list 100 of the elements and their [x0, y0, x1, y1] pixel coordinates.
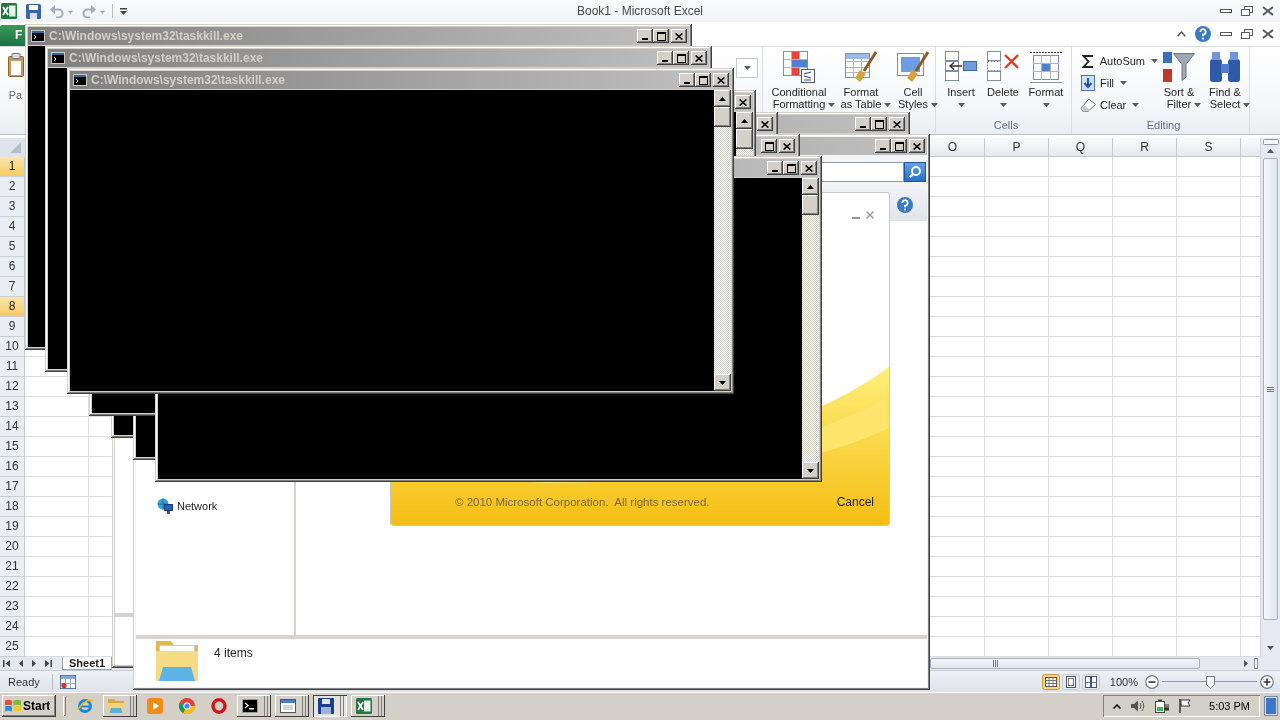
row-header[interactable]: 7 [0, 277, 25, 297]
paste-button[interactable]: Pa [6, 47, 25, 101]
right-triangle-bar-icon[interactable] [45, 660, 52, 667]
row-header[interactable]: 17 [0, 477, 25, 497]
row-header[interactable]: 15 [0, 437, 25, 457]
row-header[interactable]: 5 [0, 237, 25, 257]
minimize-button[interactable] [679, 73, 695, 87]
ribbon-button[interactable]: Clear [1078, 94, 1158, 116]
row-header[interactable]: 8 [0, 297, 25, 317]
slider-thumb[interactable] [1205, 675, 1215, 689]
column-header[interactable]: P [985, 138, 1049, 157]
row-header[interactable]: 11 [0, 357, 25, 377]
row-header[interactable]: 16 [0, 457, 25, 477]
split-box-icon[interactable] [1262, 139, 1279, 145]
left-triangle-icon[interactable] [19, 660, 23, 667]
dropdown-button[interactable] [736, 58, 758, 78]
maximize-button[interactable] [871, 117, 887, 131]
scroll-up-button[interactable] [802, 178, 819, 195]
ribbon-button[interactable]: Format [1025, 47, 1067, 107]
minus-icon[interactable] [1145, 674, 1159, 689]
caret-up-icon[interactable] [1177, 31, 1186, 37]
maximize-button[interactable] [653, 29, 669, 43]
close-button[interactable] [691, 51, 707, 65]
taskbar-button[interactable] [103, 695, 137, 717]
column-header[interactable]: S [1177, 138, 1241, 157]
file-tab[interactable]: F [0, 25, 25, 46]
ribbon-button[interactable]: Cell Styles [890, 47, 936, 110]
left-bar-triangle-icon[interactable] [3, 660, 10, 667]
grid-view-icon[interactable] [1041, 673, 1060, 690]
caret-up-icon[interactable] [1113, 703, 1122, 709]
row-header[interactable]: 2 [0, 177, 25, 197]
cancel-button[interactable]: Cancel [836, 495, 874, 509]
spreadsheet-icon[interactable] [1, 3, 17, 19]
row-header[interactable]: 13 [0, 397, 25, 417]
scroll-up-button[interactable] [736, 112, 753, 129]
row-header[interactable]: 19 [0, 517, 25, 537]
maximize-button[interactable] [695, 73, 711, 87]
minimize-button[interactable] [637, 29, 653, 43]
close-button[interactable] [713, 73, 729, 87]
row-header[interactable]: 4 [0, 217, 25, 237]
scroll-thumb[interactable] [714, 107, 731, 127]
maximize-button[interactable] [761, 139, 777, 153]
ribbon-button[interactable]: Fill [1078, 72, 1158, 94]
scrollbar[interactable] [802, 178, 819, 479]
split-box-icon[interactable] [1254, 658, 1258, 669]
row-header[interactable]: 14 [0, 417, 25, 437]
minimize-button[interactable] [855, 117, 871, 131]
maximize-button[interactable] [673, 51, 689, 65]
row-header[interactable]: 21 [0, 557, 25, 577]
minimize-icon[interactable] [1220, 9, 1232, 13]
column-header[interactable]: O [930, 138, 985, 157]
taskbar-button[interactable] [237, 695, 271, 717]
caret-bar-icon[interactable] [120, 7, 127, 15]
minimize-button[interactable] [875, 139, 891, 153]
close-button[interactable] [909, 139, 925, 153]
close-button[interactable] [757, 117, 773, 131]
restore-icon[interactable] [1241, 6, 1253, 16]
ribbon-button[interactable]: Conditional Formatting [766, 47, 832, 110]
taskbar-button[interactable] [313, 695, 347, 717]
close-button[interactable] [735, 95, 751, 109]
row-header[interactable]: 10 [0, 337, 25, 357]
scroll-down-button[interactable] [802, 462, 819, 479]
scroll-thumb[interactable] [930, 658, 1200, 669]
battery-plug-icon[interactable] [1155, 699, 1170, 713]
minimize-icon[interactable] [1220, 32, 1232, 36]
minimize-button[interactable] [767, 161, 783, 175]
scroll-down-button[interactable] [714, 374, 731, 391]
close-icon[interactable] [1262, 29, 1274, 39]
plus-icon[interactable] [1260, 674, 1274, 689]
column-header[interactable]: Q [1049, 138, 1113, 157]
row-header[interactable]: 25 [0, 637, 25, 657]
start-button[interactable]: Start [2, 695, 56, 717]
maximize-button[interactable] [891, 139, 907, 153]
sheet-tab[interactable]: Sheet1 [62, 657, 113, 670]
restore-icon[interactable] [1241, 29, 1253, 39]
speaker-icon[interactable] [1131, 700, 1146, 712]
close-button[interactable] [801, 161, 817, 175]
row-header[interactable]: 18 [0, 497, 25, 517]
vertical-scrollbar[interactable] [1260, 138, 1280, 657]
row-header[interactable]: 20 [0, 537, 25, 557]
show-desktop-icon[interactable] [1264, 696, 1278, 716]
scroll-thumb[interactable] [802, 195, 819, 215]
split-page-icon[interactable] [1081, 673, 1100, 690]
row-header[interactable]: 24 [0, 617, 25, 637]
close-button[interactable] [779, 139, 795, 153]
column-header[interactable]: R [1113, 138, 1177, 157]
scroll-thumb[interactable] [1263, 158, 1278, 620]
ribbon-button[interactable]: AutoSum [1078, 50, 1158, 72]
row-header[interactable]: 3 [0, 197, 25, 217]
page-view-icon[interactable] [1061, 673, 1080, 690]
right-triangle-icon[interactable] [32, 660, 36, 667]
row-header[interactable]: 12 [0, 377, 25, 397]
taskbar-button[interactable] [351, 695, 385, 717]
row-header[interactable]: 6 [0, 257, 25, 277]
ribbon-button[interactable]: Format as Table [834, 47, 888, 110]
taskbar-button[interactable] [275, 695, 309, 717]
row-header[interactable]: 1 [0, 157, 25, 177]
flag-icon[interactable] [1179, 699, 1192, 713]
row-header[interactable]: 23 [0, 597, 25, 617]
table-record-icon[interactable] [59, 674, 76, 689]
